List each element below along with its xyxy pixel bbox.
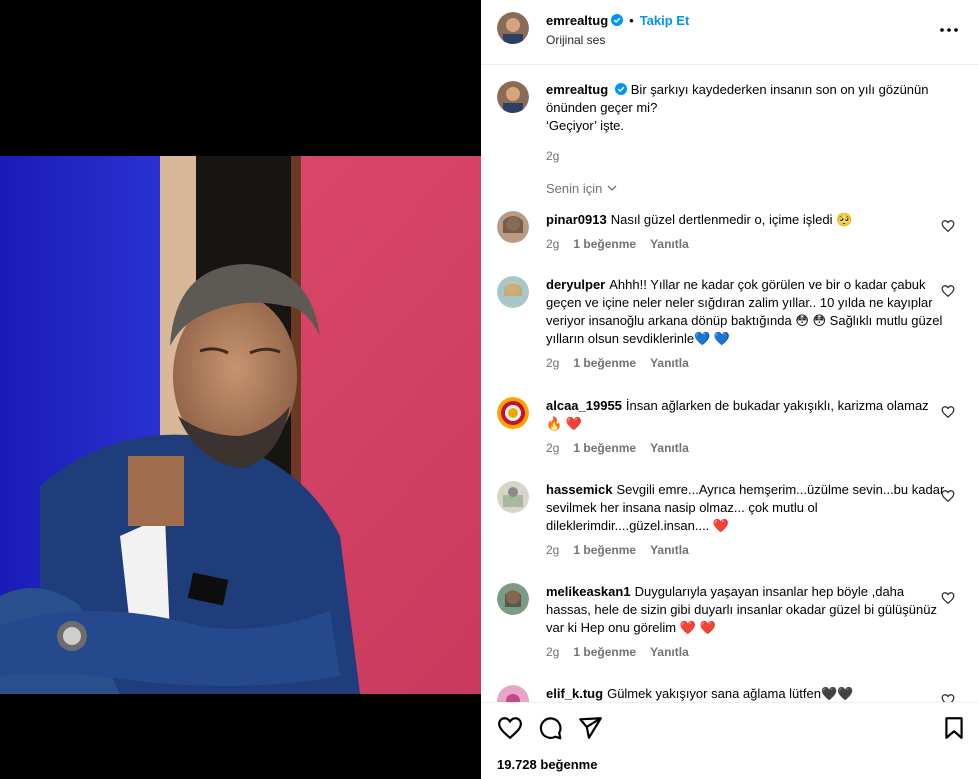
reply-button[interactable]: Yanıtla [650, 356, 689, 370]
comment-time[interactable]: 2g [546, 441, 559, 455]
comment-avatar[interactable] [497, 481, 529, 513]
heart-icon[interactable] [941, 405, 955, 419]
caption-time[interactable]: 2g [546, 149, 559, 163]
follow-button[interactable]: Takip Et [640, 13, 690, 28]
heart-icon[interactable] [941, 693, 955, 702]
comment-avatar[interactable] [497, 211, 529, 243]
post-header: emrealtug • Takip Et Orijinal ses [481, 0, 979, 65]
comment-likes[interactable]: 1 beğenme [573, 645, 636, 659]
comment-time[interactable]: 2g [546, 356, 559, 370]
caption-avatar[interactable] [497, 81, 529, 113]
comment-likes[interactable]: 1 beğenme [573, 356, 636, 370]
for-you-filter[interactable]: Senin için [546, 181, 618, 196]
comment-likes[interactable]: 1 beğenme [573, 543, 636, 557]
heart-icon[interactable] [941, 219, 955, 233]
verified-icon [615, 83, 628, 95]
post-image [0, 156, 481, 694]
caption-username[interactable]: emrealtug [546, 82, 608, 97]
comment-username[interactable]: melikeaskan1 [546, 584, 631, 599]
comment-text: Nasıl güzel dertlenmedir o, içime işledi… [610, 212, 853, 227]
heart-icon[interactable] [941, 489, 955, 503]
post-media[interactable] [0, 0, 481, 778]
comments-scroll[interactable]: emrealtug Bir şarkıyı kaydederken insanı… [481, 65, 979, 702]
comment-username[interactable]: pinar0913 [546, 212, 607, 227]
comment-time[interactable]: 2g [546, 645, 559, 659]
comment-avatar[interactable] [497, 276, 529, 308]
comment-avatar[interactable] [497, 685, 529, 702]
reply-button[interactable]: Yanıtla [650, 237, 689, 251]
verified-icon [611, 14, 624, 26]
reply-button[interactable]: Yanıtla [650, 441, 689, 455]
post-panel: emrealtug • Takip Et Orijinal ses emrealtu… [481, 0, 979, 779]
comment-time[interactable]: 2g [546, 237, 559, 251]
separator-dot: • [629, 13, 634, 28]
share-icon[interactable] [577, 715, 603, 741]
heart-icon[interactable] [941, 591, 955, 605]
comment-time[interactable]: 2g [546, 543, 559, 557]
audio-label[interactable]: Orijinal ses [546, 33, 605, 47]
comment-username[interactable]: elif_k.tug [546, 686, 603, 701]
chevron-down-icon [607, 185, 617, 191]
comment-likes[interactable]: 1 beğenme [573, 441, 636, 455]
save-icon[interactable] [941, 715, 967, 741]
likes-count[interactable]: 19.728 beğenme [497, 757, 597, 772]
for-you-label: Senin için [546, 181, 603, 196]
comment-username[interactable]: alcaa_19955 [546, 398, 622, 413]
comment-username[interactable]: hassemick [546, 482, 613, 497]
comment-text: Ahhh!! Yıllar ne kadar çok görülen ve bi… [546, 277, 943, 346]
action-bar: 19.728 beğenme [481, 702, 979, 779]
caption-text-2: ‘Geçiyor’ işte. [546, 118, 625, 133]
heart-icon[interactable] [497, 715, 523, 741]
post-photo[interactable] [0, 156, 481, 694]
comment-text: Gülmek yakışıyor sana ağlama lütfen🖤🖤 [607, 686, 854, 701]
comment-avatar[interactable] [497, 397, 529, 429]
author-username[interactable]: emrealtug [546, 13, 608, 28]
author-avatar[interactable] [497, 12, 529, 44]
reply-button[interactable]: Yanıtla [650, 645, 689, 659]
heart-icon[interactable] [941, 284, 955, 298]
comment-avatar[interactable] [497, 583, 529, 615]
more-icon[interactable] [937, 18, 961, 42]
comment-icon[interactable] [537, 715, 563, 741]
reply-button[interactable]: Yanıtla [650, 543, 689, 557]
comment-likes[interactable]: 1 beğenme [573, 237, 636, 251]
comment-username[interactable]: deryulper [546, 277, 605, 292]
